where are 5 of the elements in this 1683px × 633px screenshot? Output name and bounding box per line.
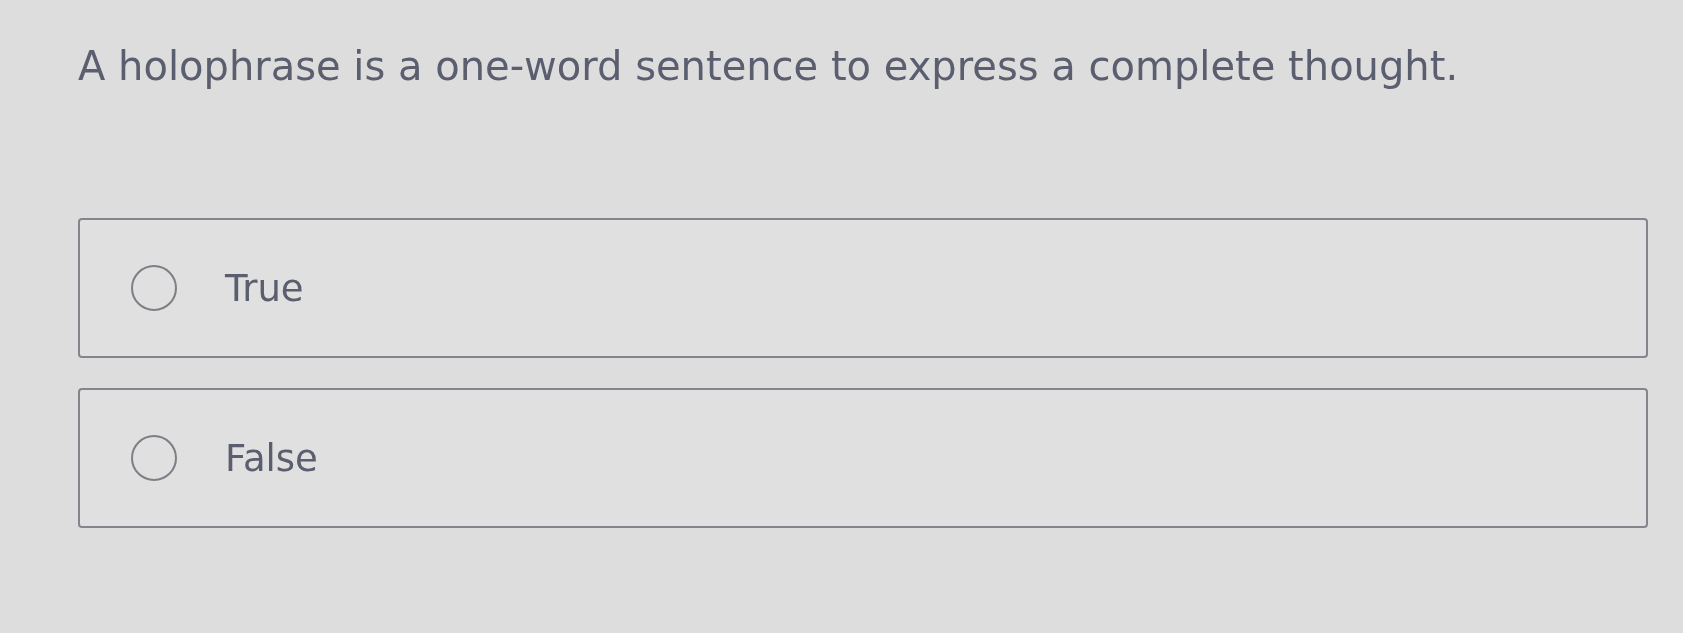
answer-option[interactable]: False	[78, 388, 1648, 528]
radio-icon[interactable]	[131, 435, 177, 481]
answer-option[interactable]: True	[78, 218, 1648, 358]
radio-icon[interactable]	[131, 265, 177, 311]
question-text: A holophrase is a one-word sentence to express a complete thought.	[78, 42, 1459, 91]
